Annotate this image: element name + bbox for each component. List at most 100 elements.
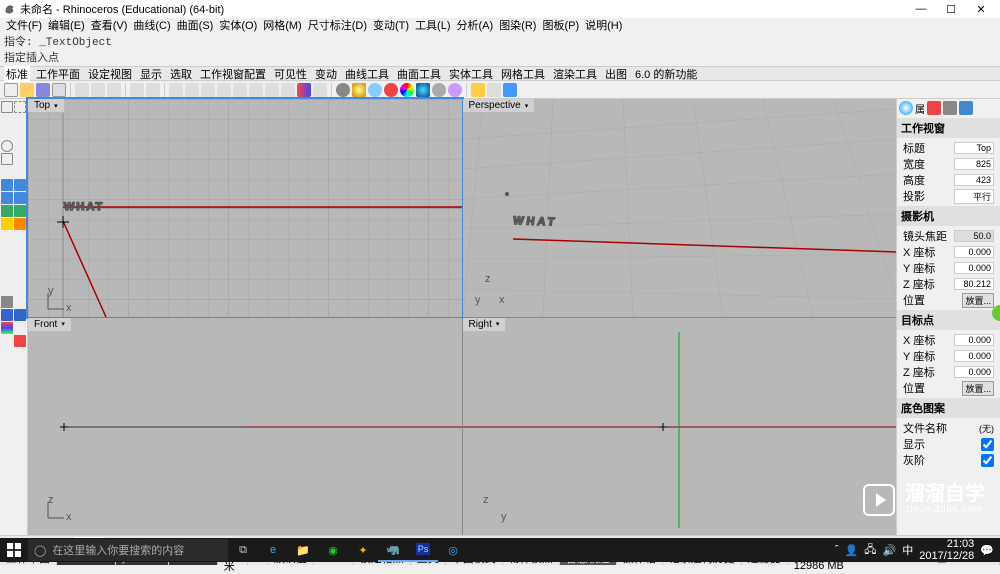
mirror-icon[interactable]	[14, 270, 26, 282]
rotate2-icon[interactable]	[14, 257, 26, 269]
app-ps[interactable]: Ps	[408, 538, 438, 562]
tab-surface-tools[interactable]: 曲面工具	[395, 66, 443, 82]
redo-icon[interactable]	[146, 83, 160, 97]
lasso-icon[interactable]	[14, 101, 26, 113]
interpcrv-icon[interactable]	[14, 166, 26, 178]
material-icon[interactable]	[384, 83, 398, 97]
curve-icon[interactable]	[14, 127, 26, 139]
tab-v6new[interactable]: 6.0 的新功能	[633, 66, 699, 82]
pointson-icon[interactable]	[14, 244, 26, 256]
hide-icon[interactable]	[1, 335, 13, 347]
revolve-icon[interactable]	[14, 192, 26, 204]
clock-time[interactable]: 21:03	[947, 538, 975, 550]
tray-ime-icon[interactable]: 中	[902, 542, 913, 558]
zoom-selected-icon[interactable]	[249, 83, 263, 97]
prop-tgtz-value[interactable]: 0.000	[954, 366, 994, 378]
print-icon[interactable]	[52, 83, 66, 97]
menu-transform[interactable]: 变动(T)	[371, 17, 411, 33]
prop-width-value[interactable]: 825	[954, 158, 994, 170]
join-icon[interactable]	[14, 218, 26, 230]
zoom-window-icon[interactable]	[233, 83, 247, 97]
box-icon[interactable]	[1, 205, 13, 217]
tab-setview[interactable]: 设定视图	[86, 66, 134, 82]
sphere-icon[interactable]	[14, 205, 26, 217]
undo-view-icon[interactable]	[265, 83, 279, 97]
arc-icon[interactable]	[14, 140, 26, 152]
scale-icon[interactable]	[1, 270, 13, 282]
undo-icon[interactable]	[130, 83, 144, 97]
tab-display[interactable]: 显示	[138, 66, 164, 82]
menu-render[interactable]: 图染(R)	[497, 17, 538, 33]
menu-surface[interactable]: 曲面(S)	[175, 17, 216, 33]
prop-title-value[interactable]: Top	[954, 142, 994, 154]
menu-curve[interactable]: 曲线(C)	[131, 17, 172, 33]
tab-render-tools[interactable]: 渲染工具	[551, 66, 599, 82]
prop-fn-value[interactable]: (无)	[979, 422, 994, 435]
offset-icon[interactable]	[14, 283, 26, 295]
prop-camy-value[interactable]: 0.000	[954, 262, 994, 274]
tab-viewport[interactable]: 工作视窗配置	[198, 66, 268, 82]
prop-projection-value[interactable]: 平行	[954, 189, 994, 204]
taskview-icon[interactable]: ⧉	[228, 538, 258, 562]
ellipse-icon[interactable]	[1, 166, 13, 178]
menu-help[interactable]: 说明(H)	[583, 17, 624, 33]
tab-solid-tools[interactable]: 实体工具	[447, 66, 495, 82]
help-icon[interactable]	[503, 83, 517, 97]
new-icon[interactable]	[4, 83, 18, 97]
menu-edit[interactable]: 编辑(E)	[46, 17, 87, 33]
tab-mesh-tools[interactable]: 网格工具	[499, 66, 547, 82]
prop-tgtx-value[interactable]: 0.000	[954, 334, 994, 346]
menu-view[interactable]: 查看(V)	[89, 17, 130, 33]
menu-mesh[interactable]: 网格(M)	[261, 17, 304, 33]
system-tray[interactable]: ˆ 👤 🖧 🔊 中 21:03 2017/12/28 💬	[829, 538, 1000, 562]
environment-icon[interactable]	[416, 83, 430, 97]
render-preview-icon[interactable]	[368, 83, 382, 97]
command-prompt[interactable]: 指定插入点	[4, 49, 996, 65]
trim-icon[interactable]	[1, 231, 13, 243]
prop-tgty-value[interactable]: 0.000	[954, 350, 994, 362]
array-icon[interactable]	[1, 283, 13, 295]
viewport-right[interactable]: Right z y	[463, 318, 897, 536]
copy-icon[interactable]	[91, 83, 105, 97]
set-cplane-icon[interactable]	[313, 83, 327, 97]
rebuild-icon[interactable]	[1, 244, 13, 256]
meshtools-icon[interactable]	[14, 309, 26, 321]
tab-select[interactable]: 选取	[168, 66, 194, 82]
maximize-button[interactable]: ☐	[936, 3, 966, 16]
tab-standard[interactable]: 标准	[4, 66, 30, 82]
circle-icon[interactable]	[1, 140, 13, 152]
menu-dimension[interactable]: 尺寸标注(D)	[306, 17, 369, 33]
start-button[interactable]	[0, 538, 28, 562]
split-icon[interactable]	[14, 231, 26, 243]
tray-people-icon[interactable]: 👤	[845, 544, 859, 557]
app-folder[interactable]: 📁	[288, 538, 318, 562]
move-icon[interactable]	[1, 257, 13, 269]
prop-gray-checkbox[interactable]	[981, 454, 994, 467]
app-wechat[interactable]: ◉	[318, 538, 348, 562]
prop-camloc-button[interactable]: 放置...	[962, 293, 994, 308]
mesh-icon[interactable]	[1, 309, 13, 321]
explode-icon[interactable]	[1, 218, 13, 230]
minimize-button[interactable]: —	[906, 3, 936, 16]
viewport-perspective-label[interactable]: Perspective	[463, 99, 535, 112]
prop-height-value[interactable]: 423	[954, 174, 994, 186]
save-icon[interactable]	[36, 83, 50, 97]
menu-panels[interactable]: 图板(P)	[540, 17, 581, 33]
viewport-front[interactable]: Front z x	[28, 318, 462, 536]
open-icon[interactable]	[20, 83, 34, 97]
panel-properties-icon[interactable]	[899, 101, 913, 115]
layer2-icon[interactable]	[14, 335, 26, 347]
dim-icon[interactable]	[14, 296, 26, 308]
tray-volume-icon[interactable]: 🔊	[883, 544, 897, 557]
snap-icon[interactable]	[14, 322, 26, 334]
layer-icon[interactable]	[448, 83, 462, 97]
text-icon[interactable]	[1, 296, 13, 308]
menu-file[interactable]: 文件(F)	[4, 17, 44, 33]
grid-icon[interactable]	[1, 322, 13, 334]
cplane-icon[interactable]	[297, 83, 311, 97]
app-edge[interactable]: e	[258, 538, 288, 562]
zoom-icon[interactable]	[201, 83, 215, 97]
panel-help-icon[interactable]	[959, 101, 973, 115]
loft-icon[interactable]	[1, 192, 13, 204]
app-browser[interactable]: ◎	[438, 538, 468, 562]
